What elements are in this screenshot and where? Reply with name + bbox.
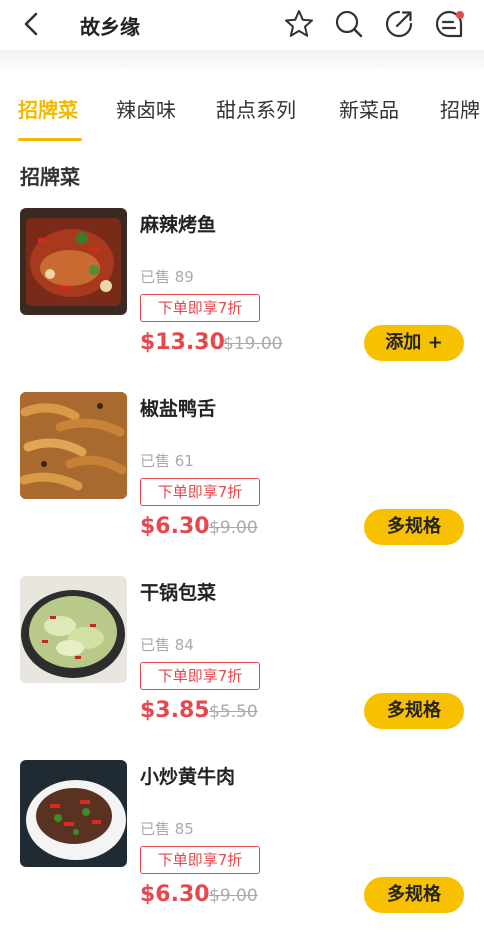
price: $6.30 — [140, 882, 210, 907]
price: $13.30 — [140, 330, 225, 355]
dish-name: 小炒黄牛肉 — [140, 766, 236, 788]
variants-button[interactable]: 多规格 — [364, 877, 464, 913]
dish-image[interactable] — [20, 392, 127, 499]
tab-desserts[interactable]: 甜点系列 — [216, 94, 296, 123]
header-divider — [0, 50, 484, 70]
tab-spicy-braised[interactable]: 辣卤味 — [116, 94, 176, 123]
discount-badge: 下单即享7折 — [140, 478, 260, 506]
price: $3.85 — [140, 698, 210, 723]
star-icon[interactable] — [283, 8, 315, 40]
variants-button[interactable]: 多规格 — [364, 509, 464, 545]
discount-badge: 下单即享7折 — [140, 846, 260, 874]
list-item[interactable]: 椒盐鸭舌 已售 61 下单即享7折 $6.30 $9.00 多规格 — [0, 392, 484, 576]
tab-new-dishes[interactable]: 新菜品 — [339, 94, 399, 123]
discount-badge: 下单即享7折 — [140, 294, 260, 322]
top-bar: 故乡缘 — [0, 0, 484, 50]
sold-count: 已售 85 — [140, 820, 194, 838]
list-item[interactable]: 小炒黄牛肉 已售 85 下单即享7折 $6.30 $9.00 多规格 — [0, 760, 484, 944]
section-title: 招牌菜 — [20, 165, 80, 189]
notification-dot — [456, 11, 464, 19]
back-icon[interactable] — [18, 10, 46, 38]
original-price: $5.50 — [209, 702, 258, 722]
dish-image[interactable] — [20, 208, 127, 315]
active-tab-indicator — [18, 138, 82, 141]
price: $6.30 — [140, 514, 210, 539]
shop-title: 故乡缘 — [80, 15, 140, 39]
variants-button[interactable]: 多规格 — [364, 693, 464, 729]
original-price: $19.00 — [223, 334, 283, 354]
original-price: $9.00 — [209, 886, 258, 906]
share-icon[interactable] — [383, 8, 415, 40]
dish-image[interactable] — [20, 760, 127, 867]
sold-count: 已售 89 — [140, 268, 194, 286]
discount-badge: 下单即享7折 — [140, 662, 260, 690]
add-button[interactable]: 添加 + — [364, 325, 464, 361]
dish-name: 麻辣烤鱼 — [140, 214, 217, 236]
tab-signature[interactable]: 招牌菜 — [18, 94, 78, 123]
list-item[interactable]: 干锅包菜 已售 84 下单即享7折 $3.85 $5.50 多规格 — [0, 576, 484, 760]
search-icon[interactable] — [333, 8, 365, 40]
original-price: $9.00 — [209, 518, 258, 538]
category-tabs: 招牌菜 辣卤味 甜点系列 新菜品 招牌 — [0, 70, 484, 142]
dish-image[interactable] — [20, 576, 127, 683]
list-item[interactable]: 麻辣烤鱼 已售 89 下单即享7折 $13.30 $19.00 添加 + — [0, 208, 484, 392]
sold-count: 已售 61 — [140, 452, 194, 470]
dish-name: 椒盐鸭舌 — [140, 398, 217, 420]
tab-signature-2[interactable]: 招牌 — [440, 94, 480, 123]
dish-name: 干锅包菜 — [140, 582, 217, 604]
sold-count: 已售 84 — [140, 636, 194, 654]
message-icon[interactable] — [433, 8, 465, 40]
